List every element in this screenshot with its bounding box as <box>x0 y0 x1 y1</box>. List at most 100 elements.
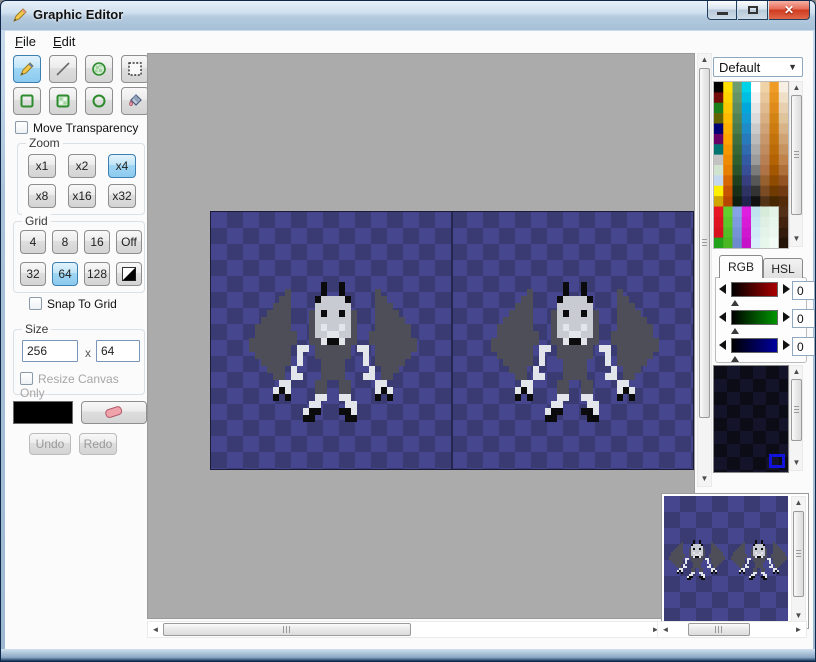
zoom-x2-button[interactable]: x2 <box>68 154 96 178</box>
checkbox-box[interactable] <box>20 372 33 385</box>
color-palette-grid[interactable] <box>713 81 789 249</box>
workspace-vertical-scrollbar[interactable]: ▲ ▼ <box>697 53 712 487</box>
scroll-up-arrow[interactable]: ▲ <box>698 56 711 66</box>
tool-fill-bucket-button[interactable] <box>121 87 149 115</box>
drawing-canvas[interactable] <box>210 211 694 470</box>
green-increase-arrow[interactable] <box>783 312 790 322</box>
blue-slider-thumb[interactable] <box>731 356 739 362</box>
palette-selected-value: Default <box>719 60 760 75</box>
red-value-field[interactable]: 0 <box>792 281 815 300</box>
tool-ellipse-outline-button[interactable] <box>85 87 113 115</box>
eraser-icon <box>103 406 125 420</box>
pencil-icon <box>18 60 36 78</box>
scrollbar-thumb[interactable] <box>163 623 411 636</box>
color-zoom-preview[interactable] <box>713 365 789 473</box>
maximize-icon <box>748 6 758 14</box>
close-button[interactable]: ✕ <box>769 1 810 20</box>
zoom-preview-scrollbar[interactable]: ▲ ▼ <box>789 365 803 471</box>
zoom-x8-button[interactable]: x8 <box>28 184 56 208</box>
scrollbar-thumb[interactable] <box>791 379 802 441</box>
workspace-horizontal-scrollbar[interactable]: ◄ ► <box>147 621 664 638</box>
grid-color-icon <box>122 267 136 281</box>
grid-4-button[interactable]: 4 <box>20 230 46 254</box>
window-title: Graphic Editor <box>33 7 123 22</box>
red-slider-bar[interactable] <box>731 282 778 297</box>
menu-edit[interactable]: Edit <box>53 34 75 49</box>
move-transparency-checkbox[interactable]: Move Transparency <box>15 121 138 135</box>
selection-rect-icon <box>126 60 144 78</box>
rect-outline-icon <box>18 92 36 110</box>
red-slider-thumb[interactable] <box>731 300 739 306</box>
height-field[interactable] <box>96 340 140 362</box>
scrollbar-thumb[interactable] <box>793 511 804 597</box>
scroll-up-arrow[interactable]: ▲ <box>792 499 805 509</box>
tab-hsl[interactable]: HSL <box>763 258 803 278</box>
green-decrease-arrow[interactable] <box>719 312 726 322</box>
tool-filled-rect-button[interactable] <box>49 87 77 115</box>
tool-select-button[interactable] <box>121 55 149 83</box>
snap-to-grid-checkbox[interactable]: Snap To Grid <box>29 297 117 311</box>
menu-bar: File Edit <box>5 31 813 53</box>
scroll-up-arrow[interactable]: ▲ <box>790 84 803 94</box>
green-slider-bar[interactable] <box>731 310 778 325</box>
grid-16-button[interactable]: 16 <box>84 230 110 254</box>
zoom-x1-button[interactable]: x1 <box>28 154 56 178</box>
tool-line-button[interactable] <box>49 55 77 83</box>
checkbox-box[interactable] <box>15 121 28 134</box>
checkbox-box[interactable] <box>29 297 42 310</box>
ellipse-outline-icon <box>90 92 108 110</box>
green-slider-thumb[interactable] <box>731 328 739 334</box>
tool-rect-outline-button[interactable] <box>13 87 41 115</box>
scroll-left-arrow[interactable]: ◄ <box>149 626 162 636</box>
chevron-down-icon: ▼ <box>788 62 797 72</box>
blue-decrease-arrow[interactable] <box>719 340 726 350</box>
scrollbar-thumb[interactable] <box>791 95 802 215</box>
grid-8-button[interactable]: 8 <box>52 230 78 254</box>
menu-file[interactable]: File <box>15 34 36 49</box>
minimize-button[interactable] <box>707 1 737 20</box>
sprite-preview-pane: ▲ ▼ <box>661 493 809 629</box>
scroll-down-arrow[interactable]: ▼ <box>698 475 711 485</box>
tool-filled-ellipse-button[interactable] <box>85 55 113 83</box>
filled-rect-icon <box>54 92 72 110</box>
scrollbar-thumb[interactable] <box>688 623 750 636</box>
grid-32-button[interactable]: 32 <box>20 262 46 286</box>
scroll-right-arrow[interactable]: ► <box>792 626 805 636</box>
grid-128-button[interactable]: 128 <box>84 262 110 286</box>
size-separator: x <box>85 346 91 360</box>
red-decrease-arrow[interactable] <box>719 284 726 294</box>
scrollbar-thumb[interactable] <box>699 68 710 418</box>
eraser-button[interactable] <box>81 401 147 424</box>
grid-off-button[interactable]: Off <box>116 230 142 254</box>
palette-scrollbar[interactable]: ▲ ▼ <box>789 81 803 247</box>
tool-pencil-button[interactable] <box>13 55 41 83</box>
palette-select-dropdown[interactable]: Default ▼ <box>713 57 803 77</box>
blue-value-field[interactable]: 0 <box>792 337 815 356</box>
scroll-down-arrow[interactable]: ▼ <box>790 235 803 245</box>
scroll-up-arrow[interactable]: ▲ <box>790 368 803 378</box>
red-increase-arrow[interactable] <box>783 284 790 294</box>
width-field[interactable] <box>22 340 78 362</box>
canvas-workspace <box>147 53 695 619</box>
green-value-field[interactable]: 0 <box>792 309 815 328</box>
resize-canvas-only-checkbox[interactable]: Resize Canvas Only <box>20 372 144 400</box>
tab-rgb[interactable]: RGB <box>719 255 763 278</box>
blue-slider-bar[interactable] <box>731 338 778 353</box>
title-bar[interactable]: Graphic Editor ✕ <box>1 1 816 30</box>
grid-64-button[interactable]: 64 <box>52 262 78 286</box>
zoom-x16-button[interactable]: x16 <box>68 184 96 208</box>
maximize-button[interactable] <box>738 1 768 20</box>
blue-increase-arrow[interactable] <box>783 340 790 350</box>
redo-button[interactable]: Redo <box>79 433 117 455</box>
app-window: Graphic Editor ✕ File Edit <box>0 0 816 662</box>
zoom-x4-button[interactable]: x4 <box>108 154 136 178</box>
scroll-down-arrow[interactable]: ▼ <box>790 459 803 469</box>
current-color-swatch[interactable] <box>13 401 73 424</box>
scroll-left-arrow[interactable]: ◄ <box>659 626 672 636</box>
sprite-preview-canvas[interactable] <box>664 496 788 624</box>
zoom-x32-button[interactable]: x32 <box>108 184 136 208</box>
undo-button[interactable]: Undo <box>29 433 71 455</box>
preview-vertical-scrollbar[interactable]: ▲ ▼ <box>791 496 806 624</box>
preview-horizontal-scrollbar[interactable]: ◄ ► <box>657 621 807 638</box>
grid-color-button[interactable] <box>116 262 142 286</box>
